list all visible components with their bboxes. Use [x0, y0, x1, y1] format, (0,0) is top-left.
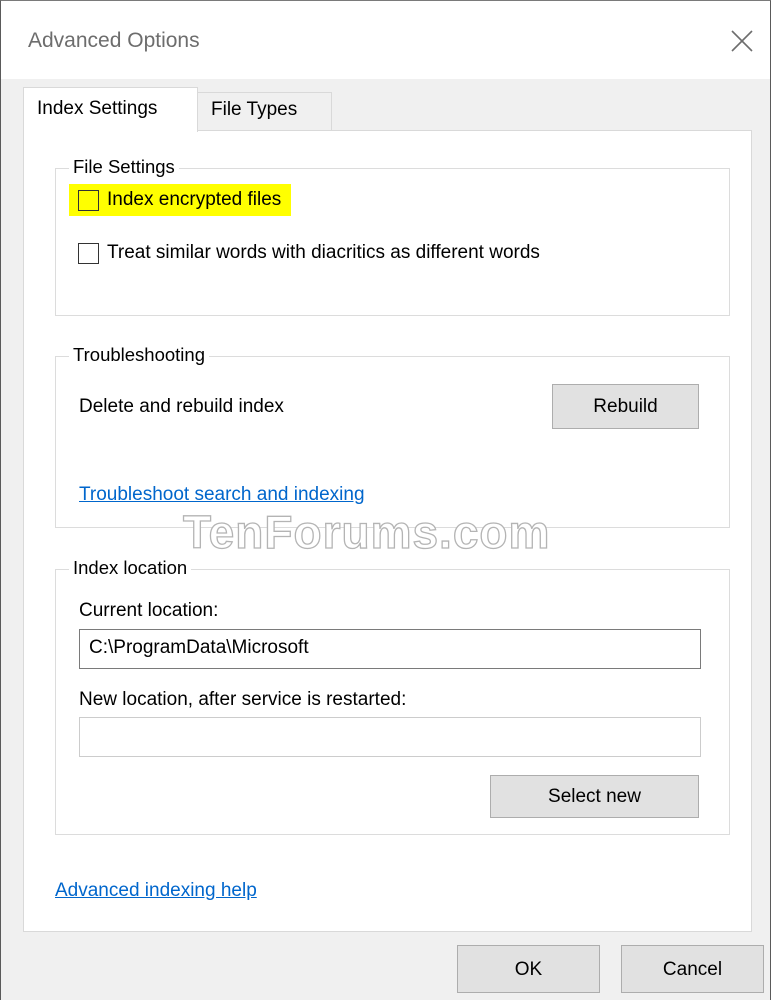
diacritics-checkbox[interactable] [78, 242, 99, 264]
advanced-indexing-help-link[interactable]: Advanced indexing help [55, 880, 257, 902]
tab-index-settings[interactable]: Index Settings [23, 87, 198, 132]
select-new-button[interactable]: Select new [490, 775, 699, 818]
troubleshooting-title: Troubleshooting [69, 344, 209, 366]
index-encrypted-files-label: Index encrypted files [107, 189, 282, 210]
new-location-label: New location, after service is restarted… [79, 689, 407, 710]
file-settings-group: File Settings Index encrypted files Trea… [55, 156, 730, 316]
index-location-group: Index location Current location: C:\Prog… [55, 557, 730, 835]
index-encrypted-files-option[interactable]: Index encrypted files [69, 184, 292, 216]
watermark: TenForums.com [182, 505, 551, 558]
window-title: Advanced Options [28, 29, 200, 52]
rebuild-button[interactable]: Rebuild [552, 384, 699, 429]
current-location-label: Current location: [79, 600, 219, 621]
ok-button[interactable]: OK [457, 945, 600, 993]
index-location-title: Index location [69, 557, 192, 579]
rebuild-description: Delete and rebuild index [79, 396, 284, 417]
file-settings-title: File Settings [69, 156, 179, 178]
close-icon [731, 30, 753, 52]
title-bar: Advanced Options [1, 1, 770, 79]
diacritics-option[interactable]: Treat similar words with diacritics as d… [78, 242, 540, 264]
tab-strip: Index Settings File Types [23, 87, 332, 132]
troubleshooting-group: Troubleshooting Delete and rebuild index… [55, 344, 730, 528]
new-location-field[interactable] [79, 717, 701, 757]
cancel-button[interactable]: Cancel [621, 945, 764, 993]
advanced-options-dialog: Advanced Options Index Settings File Typ… [0, 0, 771, 1000]
tab-file-types[interactable]: File Types [198, 92, 332, 131]
close-button[interactable] [724, 23, 760, 59]
index-encrypted-files-checkbox[interactable] [78, 189, 99, 211]
troubleshoot-link[interactable]: Troubleshoot search and indexing [79, 484, 365, 506]
diacritics-label: Treat similar words with diacritics as d… [107, 242, 540, 263]
current-location-field[interactable]: C:\ProgramData\Microsoft [79, 629, 701, 669]
